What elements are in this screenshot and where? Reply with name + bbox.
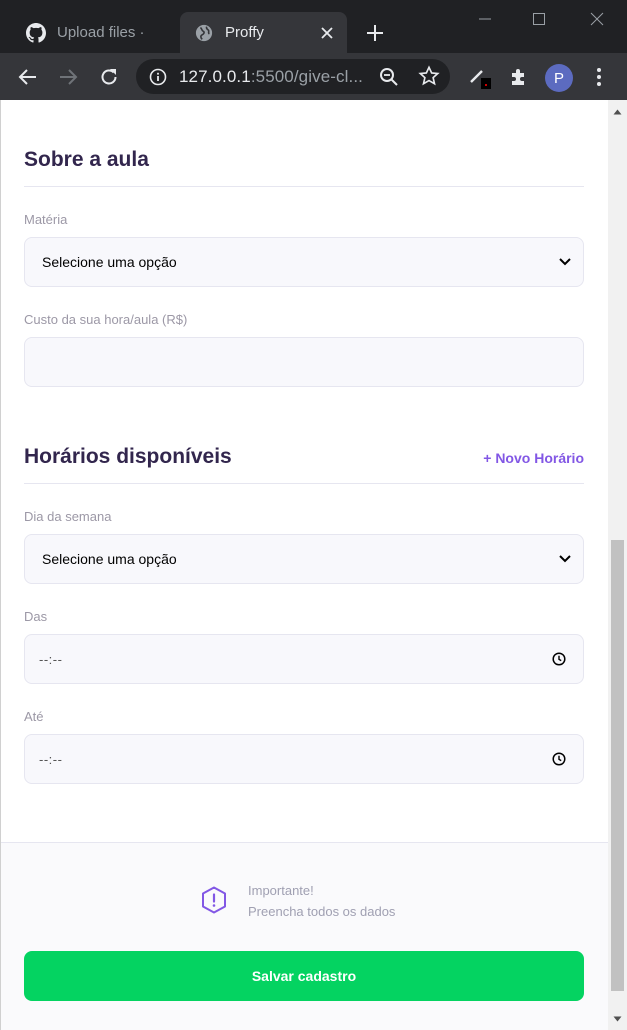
to-time-label: Até xyxy=(24,709,44,724)
chevron-down-icon xyxy=(558,552,572,566)
close-tab-icon[interactable] xyxy=(317,23,337,43)
tab-title: Upload files · xyxy=(57,24,145,41)
chevron-down-icon xyxy=(558,255,572,269)
section-divider xyxy=(24,186,584,187)
profile-avatar[interactable]: P xyxy=(545,64,573,92)
from-time-input[interactable]: --:-- xyxy=(24,634,584,684)
reload-icon[interactable] xyxy=(96,64,122,90)
subject-select[interactable]: Selecione uma opção xyxy=(24,237,584,287)
url-host: 127.0.0.1 xyxy=(179,66,251,86)
bookmark-star-icon[interactable] xyxy=(418,65,440,87)
page-viewport: Sobre a aula Matéria Selecione uma opção… xyxy=(0,100,627,1030)
scroll-down-arrow-icon[interactable] xyxy=(608,1009,627,1028)
tab-title: Proffy xyxy=(225,24,264,41)
to-time-input[interactable]: --:-- xyxy=(24,734,584,784)
weekday-select-value: Selecione uma opção xyxy=(42,551,177,567)
vertical-scrollbar[interactable] xyxy=(608,100,627,1030)
warning-text: Preencha todos os dados xyxy=(248,904,396,919)
cost-label: Custo da sua hora/aula (R$) xyxy=(24,312,188,327)
back-arrow-icon[interactable] xyxy=(15,64,41,90)
to-time-value: --:-- xyxy=(39,751,63,767)
zoom-out-icon[interactable] xyxy=(378,66,400,88)
scroll-up-arrow-icon[interactable] xyxy=(608,102,627,121)
tab-strip: Upload files · Proffy xyxy=(0,0,627,53)
clock-icon[interactable] xyxy=(551,751,567,767)
url-path: :5500/give-cl... xyxy=(250,66,363,86)
minimize-icon[interactable] xyxy=(471,6,499,32)
new-tab-plus-icon[interactable] xyxy=(362,20,388,46)
extension-pen-icon[interactable] xyxy=(466,64,492,90)
extensions-puzzle-icon[interactable] xyxy=(506,64,532,90)
from-time-value: --:-- xyxy=(39,651,63,667)
save-button[interactable]: Salvar cadastro xyxy=(24,951,584,1001)
subject-select-value: Selecione uma opção xyxy=(42,254,177,270)
info-icon[interactable] xyxy=(149,68,167,86)
weekday-label: Dia da semana xyxy=(24,509,112,524)
github-icon xyxy=(26,22,46,43)
tab-proffy[interactable]: Proffy xyxy=(180,12,347,53)
forward-arrow-icon[interactable] xyxy=(55,64,81,90)
weekday-select[interactable]: Selecione uma opção xyxy=(24,534,584,584)
warning-title: Importante! xyxy=(248,883,314,898)
warning-icon xyxy=(200,885,228,915)
add-schedule-link[interactable]: + Novo Horário xyxy=(483,450,584,466)
section-title-about: Sobre a aula xyxy=(24,148,149,171)
maximize-icon[interactable] xyxy=(525,6,553,32)
globe-icon xyxy=(194,23,214,43)
section-title-schedule: Horários disponíveis xyxy=(24,445,232,468)
scrollbar-thumb[interactable] xyxy=(611,540,624,991)
tab-upload-files[interactable]: Upload files · xyxy=(12,12,178,53)
cost-input[interactable] xyxy=(24,337,584,387)
url-text: 127.0.0.1:5500/give-cl... xyxy=(179,67,364,87)
menu-kebab-icon[interactable] xyxy=(586,64,612,90)
section-divider xyxy=(24,483,584,484)
address-bar[interactable]: 127.0.0.1:5500/give-cl... xyxy=(136,59,450,94)
close-window-icon[interactable] xyxy=(583,6,611,32)
browser-toolbar: 127.0.0.1:5500/give-cl... P xyxy=(0,53,627,100)
from-time-label: Das xyxy=(24,609,48,624)
subject-label: Matéria xyxy=(24,212,68,227)
clock-icon[interactable] xyxy=(551,651,567,667)
form-footer: Importante! Preencha todos os dados Salv… xyxy=(1,842,608,1030)
